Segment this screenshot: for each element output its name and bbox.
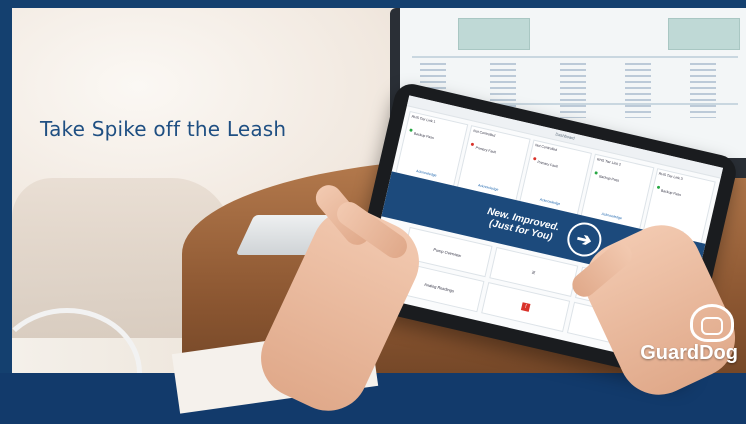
monitor-column xyxy=(560,63,586,118)
card-title: RHS Tier Link 1 xyxy=(411,114,436,124)
card-status: Backup Pass xyxy=(413,131,435,140)
banner-text: New. Improved. (Just for You) xyxy=(484,206,560,244)
status-dot xyxy=(532,156,537,161)
card-status: Backup Pass xyxy=(660,188,682,198)
monitor-column xyxy=(625,63,651,118)
card-status: Primary Fault xyxy=(475,145,497,155)
monitor-row xyxy=(412,56,738,58)
status-dot xyxy=(656,185,660,190)
card-title: RHS Tier Link 2 xyxy=(596,157,622,167)
bulldog-icon xyxy=(690,304,734,342)
status-dot xyxy=(594,171,599,175)
card-title: Not Controlled xyxy=(534,143,558,152)
logo-text: GuardDog xyxy=(640,342,738,364)
monitor-card xyxy=(668,18,740,50)
card-title: RHS Tier Link 3 xyxy=(658,171,684,182)
headline: Take Spike off the Leash xyxy=(40,117,287,141)
card-status: Primary Fault xyxy=(536,160,559,169)
card-status: Backup Pass xyxy=(598,174,620,183)
guarddog-logo: GuardDog xyxy=(640,304,738,365)
card-title: Not Controlled xyxy=(472,128,496,138)
alert-icon: ! xyxy=(520,302,531,312)
status-dot xyxy=(470,142,475,147)
monitor-column xyxy=(690,63,716,118)
status-dot xyxy=(409,128,413,133)
monitor-card xyxy=(458,18,530,50)
